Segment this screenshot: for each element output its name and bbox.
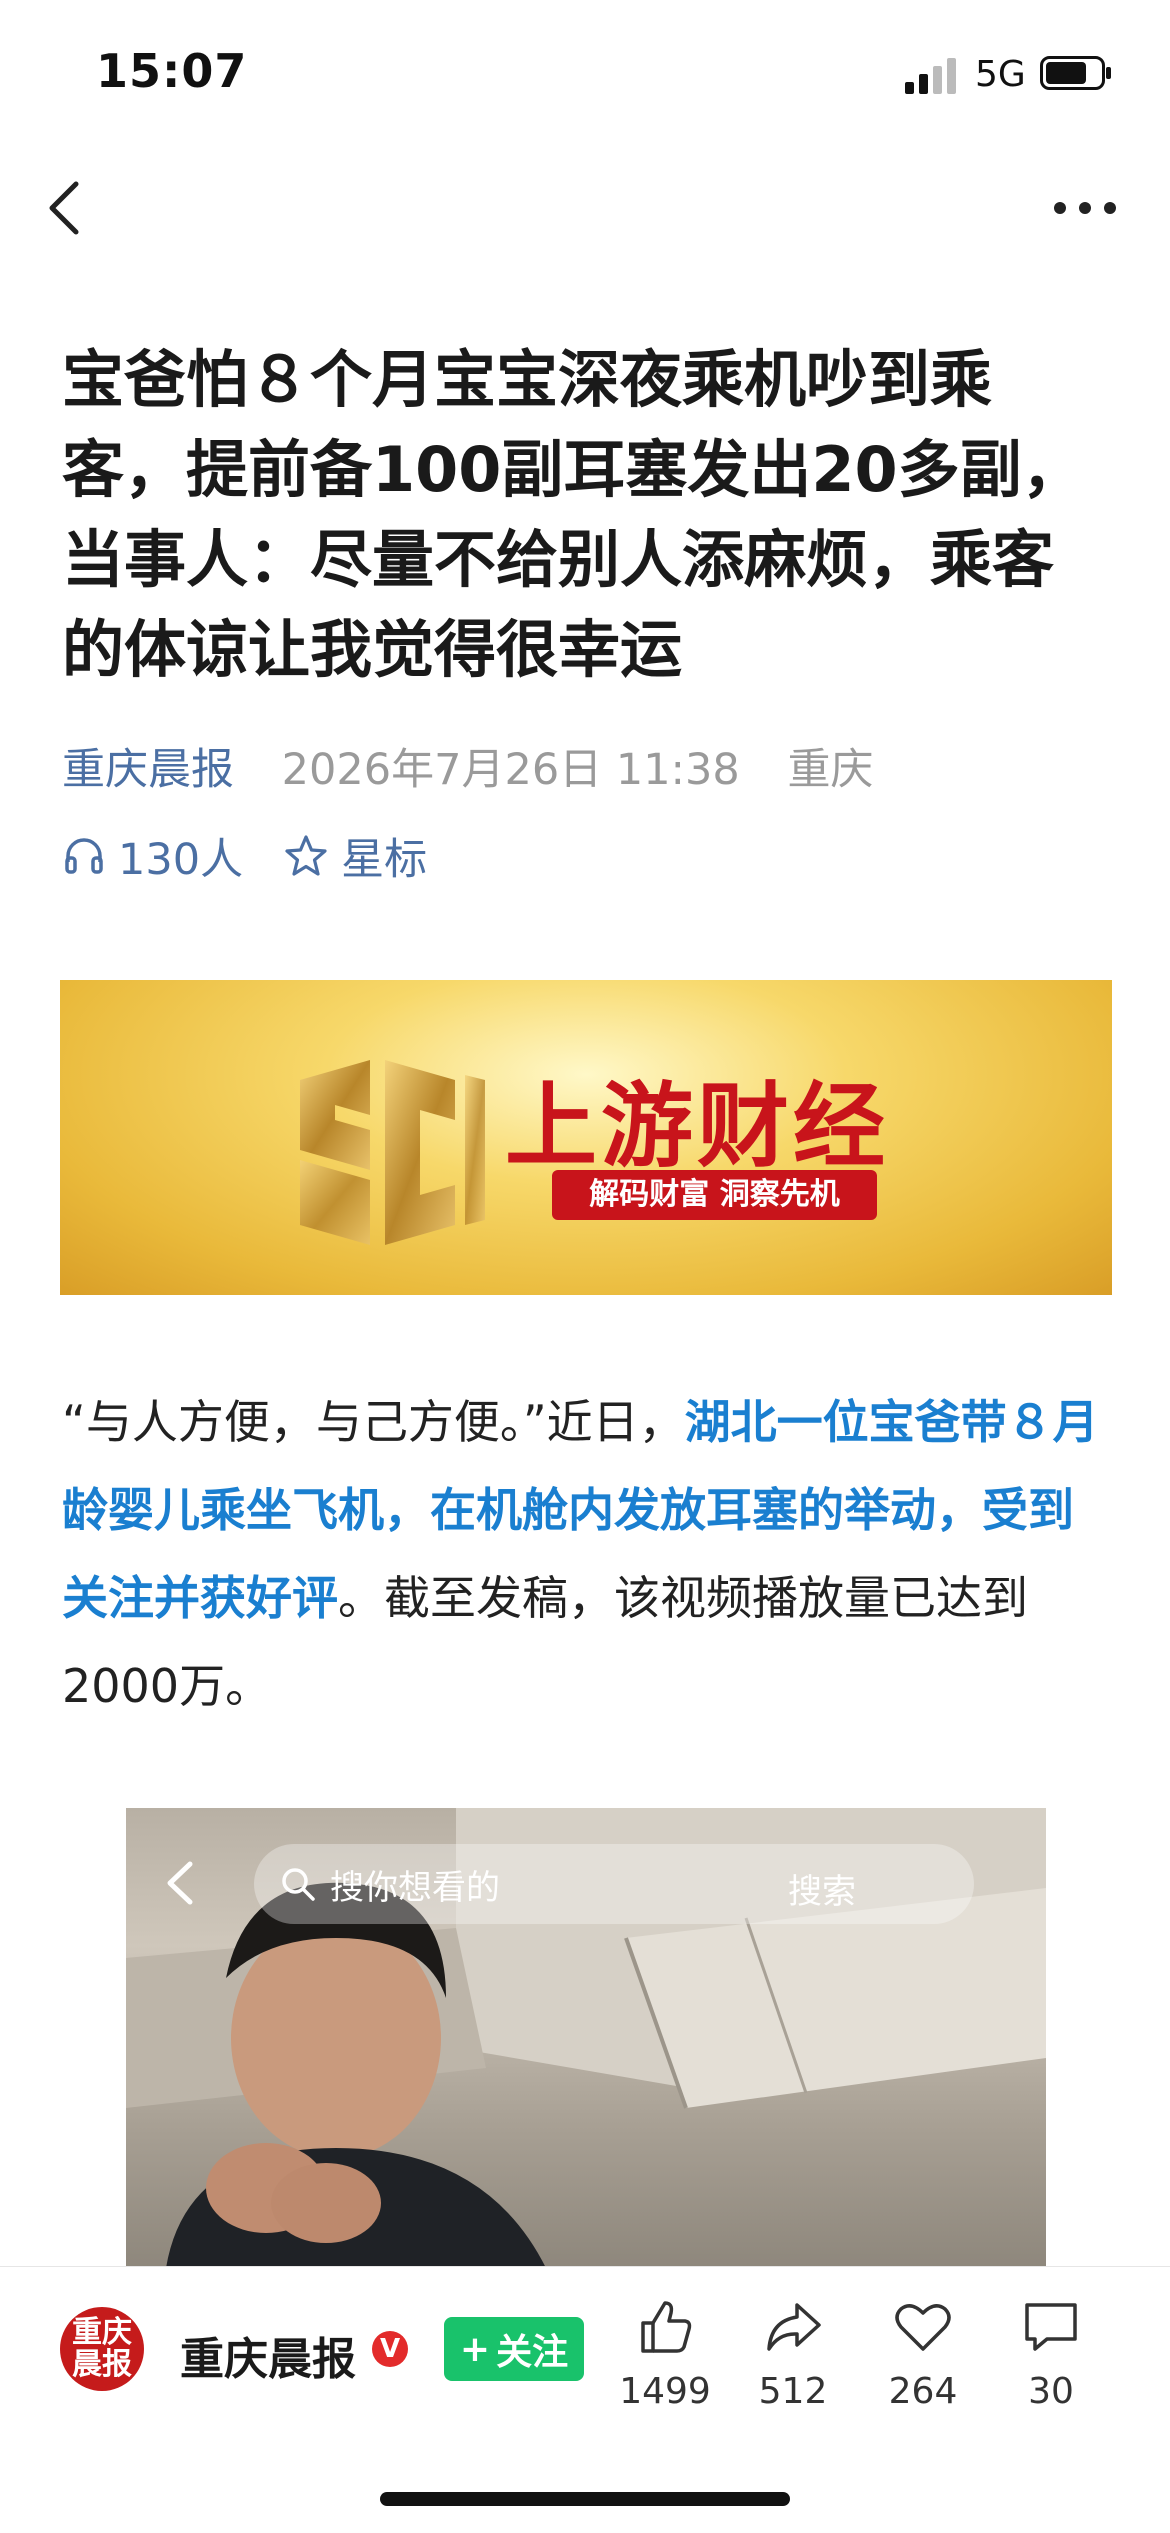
heart-icon [895,2304,951,2351]
like-count: 1499 [619,2371,711,2412]
share-button[interactable]: 512 [738,2297,848,2412]
source-link[interactable]: 重庆晨报 [62,745,234,795]
more-options-icon[interactable] [1050,188,1120,228]
follow-button[interactable]: + 关注 [444,2317,584,2381]
star-icon [285,835,327,876]
publish-date: 2026年7月26日 11:38 [281,745,740,795]
status-time: 15:07 [96,44,248,98]
home-indicator[interactable] [380,2492,790,2506]
listen-button[interactable]: 130人 [62,825,243,887]
ad-banner[interactable]: 上游财经 解码财富 洞察先机 [60,980,1112,1295]
video-search-button[interactable]: 搜索 [788,1864,856,1913]
banner-slogan: 解码财富 洞察先机 [552,1170,877,1220]
article-stats: 130人 星标 [62,825,467,887]
battery-icon [1040,56,1111,90]
back-arrow-icon[interactable] [40,178,90,238]
signal-icon [905,58,956,94]
listener-count: 130人 [118,835,244,885]
article-paragraph: “与人方便，与己方便。”近日，湖北一位宝爸带８月龄婴儿乘坐飞机，在机舱内发放耳塞… [62,1378,1102,1730]
share-arrow-icon [767,2303,821,2351]
favorite-count: 264 [888,2371,958,2412]
account-name[interactable]: 重庆晨报 [180,2323,356,2387]
star-button[interactable]: 星标 [283,825,427,887]
banner-title: 上游财经 [505,1073,890,1180]
like-button[interactable]: 1499 [610,2297,720,2412]
network-type: 5G [975,54,1026,95]
video-back-icon[interactable] [162,1858,198,1908]
plus-icon: + [459,2328,491,2370]
comment-count: 30 [1028,2371,1074,2412]
video-search-bar[interactable]: 搜你想看的 [254,1844,974,1924]
follow-label: 关注 [496,2332,569,2373]
search-icon [282,1868,315,1901]
comment-bubble-icon [1025,2303,1077,2351]
headphones-icon [65,838,103,874]
publish-location: 重庆 [787,745,874,795]
account-avatar[interactable]: 重庆晨报 [60,2307,144,2391]
article-title: 宝爸怕８个月宝宝深夜乘机吵到乘客，提前备100副耳塞发出20多副，当事人：尽量不… [62,343,1084,686]
embedded-video[interactable]: 搜你想看的 搜索 [126,1808,1046,2268]
video-search-placeholder: 搜你想看的 [330,1867,500,1908]
comment-button[interactable]: 30 [996,2297,1106,2412]
favorite-button[interactable]: 264 [868,2297,978,2412]
thumbs-up-icon [641,2301,692,2353]
star-label: 星标 [341,835,428,885]
verified-badge-icon: V [372,2331,408,2367]
article-meta: 重庆晨报 2026年7月26日 11:38 重庆 [62,735,873,797]
share-count: 512 [758,2371,828,2412]
paragraph-text: “与人方便，与己方便。”近日， [62,1395,685,1449]
